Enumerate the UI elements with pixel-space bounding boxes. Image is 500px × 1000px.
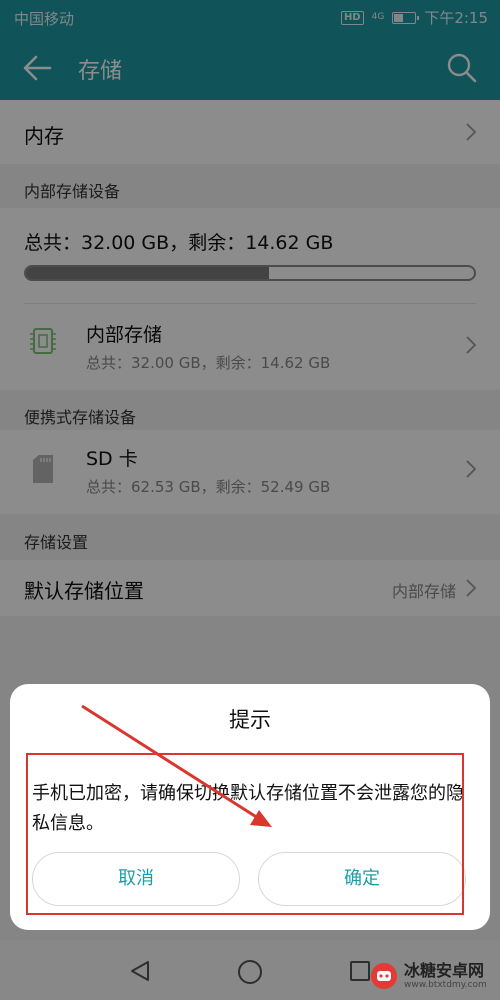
annotation-arrow [81, 704, 272, 827]
watermark-url: www.btxtdmy.com [404, 980, 487, 990]
watermark: 冰糖安卓网 www.btxtdmy.com [370, 962, 487, 990]
watermark-name: 冰糖安卓网 [404, 961, 485, 980]
watermark-logo-icon [371, 963, 397, 989]
